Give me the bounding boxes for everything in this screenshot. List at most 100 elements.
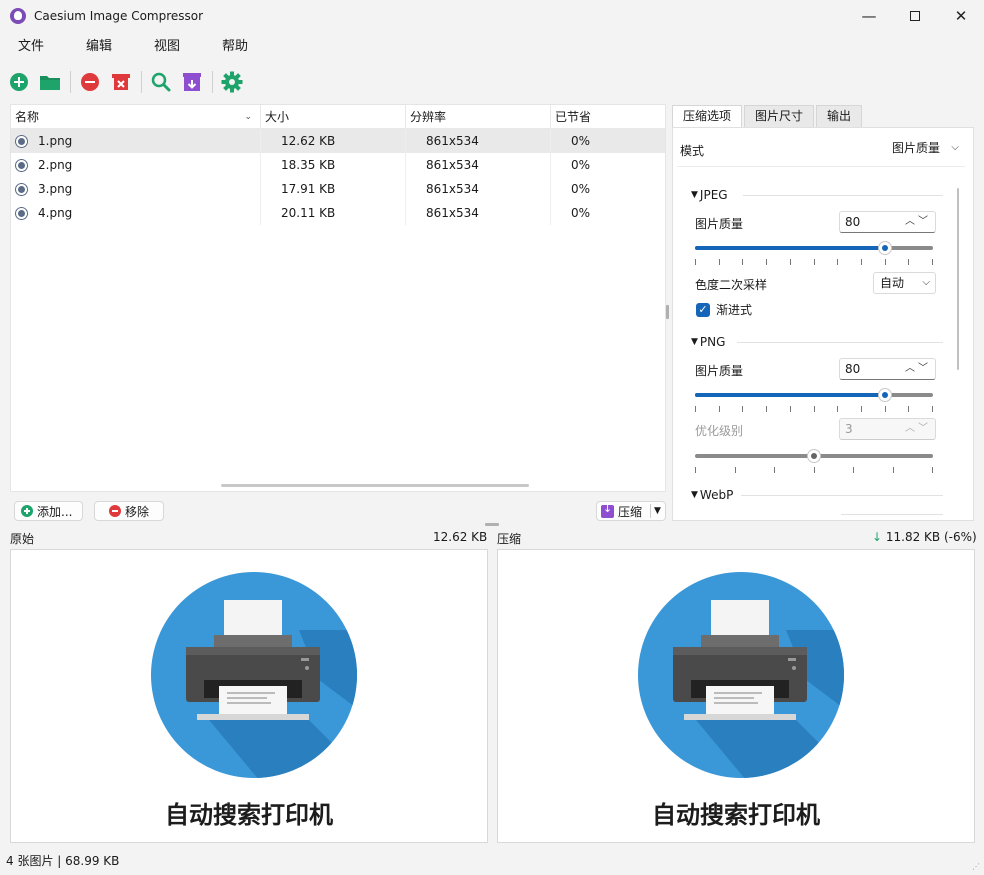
file-list-header: 名称 ⌄ 大小 分辨率 已节省 [11,105,665,129]
slider-tick [932,259,933,265]
dropdown-triangle-icon[interactable]: ▼ [654,502,661,520]
group-divider [737,342,943,343]
slider-tick [766,259,767,265]
collapse-triangle-icon: ▼ [691,190,698,200]
jpeg-quality-slider-thumb[interactable] [878,241,893,255]
original-size: 12.62 KB [433,530,488,544]
group-divider [743,195,943,196]
file-saved: 0% [571,206,591,220]
table-row[interactable]: 4.png 20.11 KB 861x534 0% [11,201,665,225]
file-size: 18.35 KB [261,153,406,177]
slider-tick [695,467,696,473]
progressive-checkbox[interactable]: ✓ 渐进式 [696,301,752,318]
toolbar-separator [141,71,142,93]
compress-toolbar-button[interactable] [181,71,203,93]
mode-select[interactable]: 图片质量 ⌵ [885,137,965,159]
split-button-separator [650,504,651,518]
image-status-icon [15,134,28,148]
webp-group-toggle[interactable]: ▼ WebP [691,488,733,502]
column-header-saved[interactable]: 已节省 [551,105,665,129]
slider-tick [719,406,720,412]
tab-compression-options[interactable]: 压缩选项 [672,105,743,127]
column-header-size[interactable]: 大小 [261,105,406,129]
status-bar: 4 张图片 | 68.99 KB [6,854,120,868]
settings-gear-icon [221,71,243,93]
jpeg-group-toggle[interactable]: ▼ JPEG [691,188,728,202]
minimize-button[interactable]: — [846,0,892,32]
column-header-resolution[interactable]: 分辨率 [406,105,551,129]
menu-edit[interactable]: 编辑 [70,33,128,61]
toolbar [0,64,984,100]
chroma-subsampling-label: 色度二次采样 [695,278,768,292]
vertical-splitter-handle[interactable] [666,305,669,319]
table-row[interactable]: 2.png 18.35 KB 861x534 0% [11,153,665,177]
jpeg-quality-spinbox[interactable]: 80 ︿﹀ [839,211,936,233]
compressed-label: 压缩 [497,532,522,546]
horizontal-scrollbar[interactable] [221,484,529,487]
slider-tick [790,259,791,265]
add-files-button[interactable] [8,71,30,93]
menu-help[interactable]: 帮助 [206,33,264,61]
table-row[interactable]: 1.png 12.62 KB 861x534 0% [11,129,665,153]
menu-view[interactable]: 视图 [138,33,196,61]
slider-tick [766,406,767,412]
optimization-level-spinbox[interactable]: 3 ︿﹀ [839,418,936,440]
chroma-subsampling-select[interactable]: 自动 ⌵ [873,272,936,294]
jpeg-quality-label: 图片质量 [695,217,744,231]
compressed-size: ↓ 11.82 KB (-6%) [872,530,977,544]
close-button[interactable]: ✕ [938,0,984,32]
options-vertical-scrollbar[interactable] [957,188,959,370]
table-row[interactable]: 3.png 17.91 KB 861x534 0% [11,177,665,201]
slider-tick [735,467,736,473]
resize-grip-icon[interactable]: ⋰ [972,862,980,871]
printer-image [638,572,844,778]
remove-button[interactable] [79,71,101,93]
checkmark-icon: ✓ [696,302,710,317]
menu-file[interactable]: 文件 [2,33,60,61]
file-size: 17.91 KB [261,177,406,201]
optimization-level-label: 优化级别 [695,424,744,438]
printer-image [151,572,357,778]
collapse-triangle-icon: ▼ [691,337,698,347]
column-header-name[interactable]: 名称 ⌄ [11,105,261,129]
chevron-down-icon: ⌵ [922,277,930,288]
folder-icon [40,76,60,90]
close-icon: ✕ [954,7,968,25]
clear-list-button[interactable] [110,71,132,93]
preview-search-button[interactable] [150,71,172,93]
caesium-app-icon [10,8,26,24]
png-quality-spinbox[interactable]: 80 ︿﹀ [839,358,936,380]
spin-arrows-icon: ︿﹀ [905,423,931,434]
collapse-triangle-icon: ▼ [691,490,698,500]
png-quality-slider-thumb[interactable] [878,388,893,402]
compress-download-icon [601,502,614,518]
original-preview: 自动搜索打印机 [10,549,488,843]
slider-tick [837,406,838,412]
settings-button[interactable] [221,71,243,93]
tab-image-size[interactable]: 图片尺寸 [744,105,815,127]
compressed-preview: 自动搜索打印机 [497,549,975,843]
add-folder-button[interactable] [39,71,61,93]
horizontal-splitter-handle[interactable] [485,523,499,526]
slider-ticks [695,467,933,473]
file-size: 12.62 KB [261,129,406,153]
png-group-toggle[interactable]: ▼ PNG [691,335,725,349]
maximize-icon [910,11,920,21]
remove-list-button[interactable]: 移除 [94,501,164,521]
tab-output[interactable]: 输出 [816,105,863,127]
slider-tick [790,406,791,412]
maximize-button[interactable] [892,0,938,32]
slider-tick [861,259,862,265]
file-name: 4.png [38,206,73,220]
compress-button[interactable]: 压缩 ▼ [596,501,666,521]
group-divider [841,514,943,515]
file-name: 3.png [38,182,73,196]
slider-tick [837,259,838,265]
options-tabs: 压缩选项 图片尺寸 输出 [672,105,864,127]
group-divider [741,495,943,496]
slider-tick [742,259,743,265]
add-button[interactable]: 添加... [14,501,83,521]
slider-tick [885,406,886,412]
optimization-level-slider-thumb[interactable] [807,449,821,463]
add-icon [21,505,33,517]
